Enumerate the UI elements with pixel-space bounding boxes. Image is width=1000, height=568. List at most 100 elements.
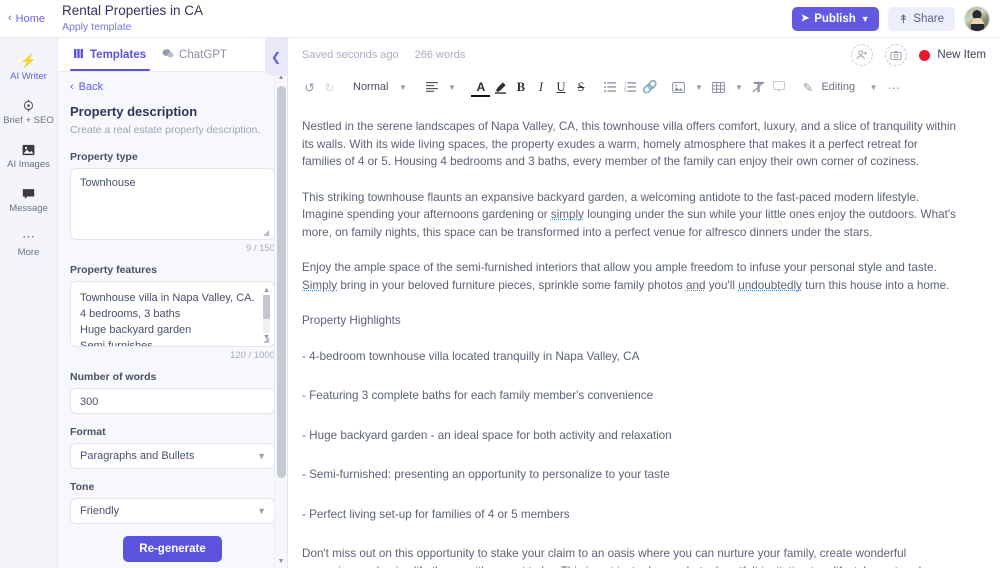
chevron-down-icon: ▼ [257, 506, 266, 516]
editing-mode-chevron-down-icon[interactable]: ▼ [864, 76, 883, 98]
image-chevron-down-icon[interactable]: ▼ [689, 76, 708, 98]
italic-button[interactable]: I [531, 76, 550, 98]
status-badge [919, 49, 931, 61]
clear-format-icon[interactable] [749, 76, 768, 98]
grammar-suggestion[interactable]: simply [551, 208, 584, 221]
link-icon[interactable]: 🔗 [640, 76, 659, 98]
text-run: bring in your beloved furniture pieces, … [337, 278, 686, 292]
text-run: Enjoy the ample space of the semi-furnis… [302, 261, 937, 274]
sidebar-item-brief-seo[interactable]: Brief + SEO [0, 91, 58, 135]
list-item: - Semi-furnished: presenting an opportun… [302, 468, 670, 481]
sidebar-item-label: Message [9, 203, 48, 214]
text-style-select[interactable]: Normal [349, 81, 392, 93]
numbered-list-icon[interactable]: 123 [620, 76, 639, 98]
back-label: Back [78, 81, 104, 93]
avatar[interactable] [964, 5, 990, 32]
new-item-button[interactable]: New Item [919, 49, 986, 61]
sidebar-item-more[interactable]: ⋯ More [0, 223, 58, 267]
insert-image-icon[interactable] [669, 76, 688, 98]
editing-mode-label[interactable]: Editing [818, 81, 855, 93]
property-features-input[interactable]: Townhouse villa in Napa Valley, CA. 4 be… [70, 281, 275, 347]
number-of-words-input[interactable]: 300 [70, 388, 275, 414]
share-button[interactable]: ↟ Share [887, 6, 955, 31]
bullet-list-icon[interactable] [600, 76, 619, 98]
target-icon [0, 97, 58, 113]
grammar-suggestion[interactable]: just [617, 565, 635, 568]
top-actions: ➤ Publish ▼ ↟ Share [791, 5, 1000, 32]
sidebar-item-ai-writer[interactable]: ⚡ AI Writer [0, 47, 58, 91]
bold-button[interactable]: B [511, 76, 530, 98]
feature-line: Semi furnishes [80, 340, 153, 347]
paragraph: Don't miss out on this opportunity to st… [302, 545, 960, 568]
template-title: Property description [70, 104, 198, 119]
format-select[interactable]: Paragraphs and Bullets ▼ [70, 443, 275, 469]
ellipsis-icon: ⋯ [22, 229, 35, 244]
regenerate-row: Re-generate [70, 536, 275, 562]
list-item: - Huge backyard garden - an ideal space … [302, 428, 672, 442]
highlighter-icon[interactable] [491, 76, 510, 98]
document-content[interactable]: Nestled in the serene landscapes of Napa… [288, 102, 1000, 568]
redo-button[interactable]: ↻ [320, 76, 339, 98]
editing-mode-pencil-icon[interactable]: ✎ [798, 76, 817, 98]
grammar-suggestion[interactable]: and [686, 279, 706, 292]
share-icon: ↟ [898, 13, 909, 26]
home-label: Home [15, 12, 46, 25]
grammar-suggestion[interactable]: undoubtedly [738, 279, 802, 292]
list-item: - Perfect living set-up for families of … [302, 507, 570, 521]
paragraph: This striking townhouse flaunts an expan… [302, 189, 960, 242]
text-run: turn this house into a home. [801, 278, 950, 292]
back-button[interactable]: ‹ Back [70, 81, 275, 93]
table-chevron-down-icon[interactable]: ▼ [729, 76, 748, 98]
property-type-value: Townhouse [80, 177, 136, 189]
scroll-down-icon[interactable]: ▼ [278, 556, 285, 568]
text-run: you'll [705, 278, 739, 292]
chevron-left-icon: ❮ [270, 50, 282, 64]
sidebar-item-message[interactable]: Message [0, 179, 58, 223]
table-icon[interactable] [709, 76, 728, 98]
underline-button[interactable]: U [551, 76, 570, 98]
undo-button[interactable]: ↺ [300, 76, 319, 98]
paragraph: Enjoy the ample space of the semi-furnis… [302, 259, 960, 294]
comment-icon[interactable] [769, 76, 788, 98]
paragraph: Nestled in the serene landscapes of Napa… [302, 120, 956, 168]
editor-pane: Saved seconds ago 266 words New Item ↺ ↻… [288, 38, 1000, 568]
chevron-left-icon: ‹ [70, 81, 74, 93]
resize-grip-icon[interactable]: ◢ [263, 336, 271, 344]
panel-scrollbar[interactable]: ▲ ▼ [274, 72, 287, 568]
align-chevron-down-icon[interactable]: ▼ [442, 76, 461, 98]
page-title[interactable]: Rental Properties in CA [62, 3, 203, 19]
home-back-link[interactable]: ‹ Home [0, 13, 58, 25]
templates-icon [74, 48, 85, 62]
top-bar: ‹ Home Rental Properties in CA Apply tem… [0, 0, 1000, 38]
grammar-suggestion[interactable]: Simply [302, 279, 337, 292]
align-left-icon[interactable] [422, 76, 441, 98]
features-scrollbar[interactable]: ▲ ▼ [262, 287, 271, 341]
publish-button[interactable]: ➤ Publish ▼ [791, 6, 879, 31]
regenerate-button[interactable]: Re-generate [123, 536, 222, 562]
tab-chatgpt[interactable]: ChatGPT [154, 38, 235, 71]
add-person-icon[interactable] [851, 44, 874, 66]
text-color-icon[interactable]: A [471, 76, 491, 98]
feature-line: 4 bedrooms, 3 baths [80, 308, 181, 320]
scroll-track[interactable] [263, 295, 270, 333]
scroll-up-icon[interactable]: ▲ [263, 287, 270, 294]
template-panel: Templates ChatGPT ‹ Back Property descri… [58, 38, 288, 568]
toolbar-more-icon[interactable]: ⋯ [884, 76, 903, 98]
apply-template-link[interactable]: Apply template [62, 20, 203, 34]
scroll-thumb[interactable] [276, 86, 286, 478]
tab-templates[interactable]: Templates [66, 38, 154, 71]
format-label: Format [70, 426, 106, 438]
tone-select[interactable]: Friendly ▼ [70, 498, 275, 524]
sidebar-item-ai-images[interactable]: AI Images [0, 135, 58, 179]
resize-grip-icon[interactable]: ◢ [263, 229, 271, 237]
image-icon [0, 141, 58, 157]
feature-line: Townhouse villa in Napa Valley, CA. [80, 292, 255, 304]
scroll-thumb[interactable] [263, 295, 270, 319]
text-style-chevron-down-icon[interactable]: ▼ [393, 76, 412, 98]
lightning-icon: ⚡ [20, 53, 37, 68]
add-image-icon[interactable] [885, 44, 908, 66]
collapse-panel-button[interactable]: ❮ [265, 38, 287, 76]
property-type-input[interactable]: Townhouse ◢ [70, 168, 275, 240]
scroll-track[interactable] [275, 84, 288, 556]
strikethrough-button[interactable]: S [571, 76, 590, 98]
